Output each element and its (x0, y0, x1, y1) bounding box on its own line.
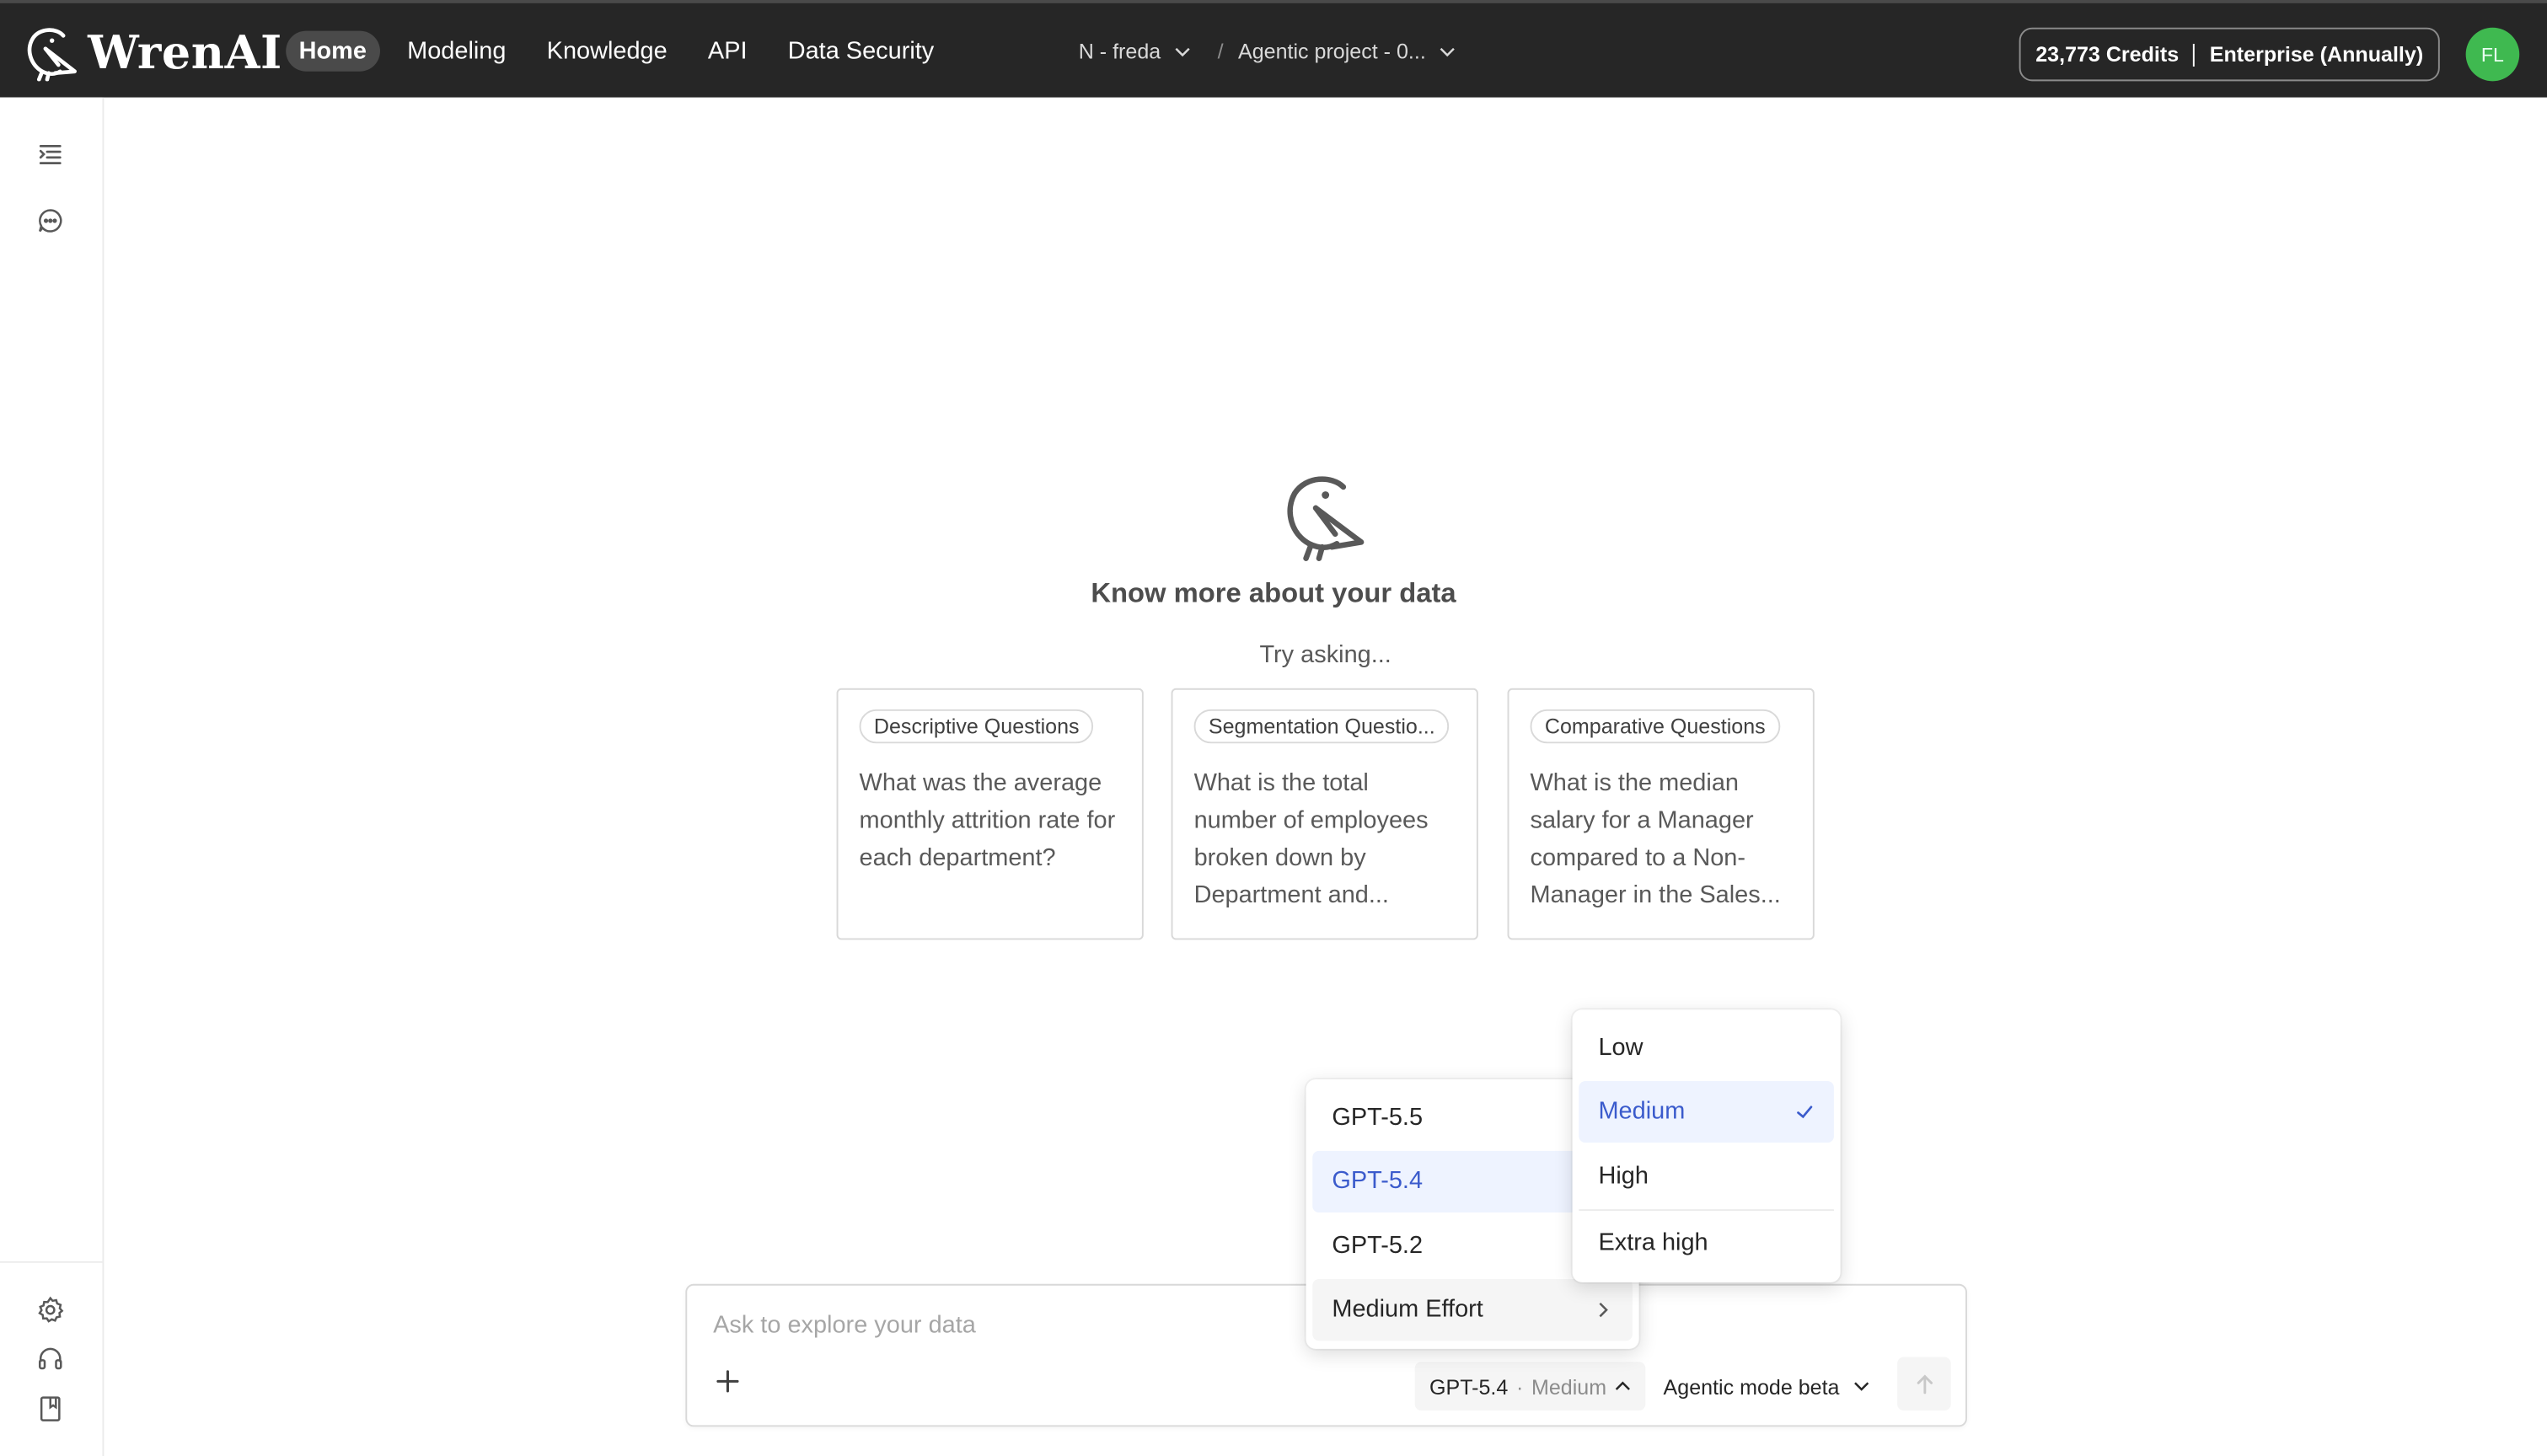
effort-submenu-label: Medium Effort (1332, 1295, 1483, 1324)
page-title: Know more about your data (0, 578, 2547, 611)
model-name: GPT-5.4 (1429, 1373, 1509, 1399)
mode-selector[interactable]: Agentic mode beta (1664, 1362, 1871, 1410)
effort-option-label: Low (1598, 1033, 1643, 1061)
workspace-name: N - freda (1078, 39, 1161, 64)
chevron-right-icon (1599, 1302, 1608, 1317)
chevron-down-icon (1854, 1382, 1870, 1391)
effort-dropdown-menu: Low Medium High Extra high (1572, 1009, 1841, 1282)
main-nav: Home Modeling Knowledge API Data Securit… (286, 30, 962, 72)
breadcrumb-separator: / (1217, 39, 1224, 64)
suggestion-tag: Descriptive Questions (859, 709, 1094, 744)
suggestion-card-segmentation[interactable]: Segmentation Questio... What is the tota… (1171, 688, 1478, 940)
model-option-label: GPT-5.4 (1332, 1167, 1424, 1195)
chevron-up-icon (1615, 1381, 1630, 1390)
credits-divider (2193, 43, 2196, 67)
effort-option-label: Extra high (1598, 1228, 1708, 1257)
chevron-down-icon (1440, 46, 1455, 56)
sidebar-divider (0, 1261, 103, 1263)
try-asking-label: Try asking... (1259, 640, 1391, 669)
nav-api[interactable]: API (694, 31, 759, 72)
project-name: Agentic project - 0... (1237, 39, 1426, 64)
app-name: WrenAI (88, 24, 282, 79)
nav-home[interactable]: Home (286, 30, 380, 72)
user-avatar[interactable]: FL (2465, 27, 2520, 82)
credits-count: 23,773 Credits (2035, 42, 2180, 67)
suggestion-card-comparative[interactable]: Comparative Questions What is the median… (1507, 688, 1815, 940)
left-sidebar (0, 97, 105, 1456)
workspace-selector[interactable]: N - freda (1079, 39, 1190, 63)
effort-option-label: Medium (1598, 1097, 1686, 1125)
check-icon (1797, 1105, 1813, 1118)
chat-bubble-icon[interactable] (35, 206, 65, 236)
nav-modeling[interactable]: Modeling (394, 31, 519, 72)
suggestion-tag: Comparative Questions (1530, 709, 1781, 744)
effort-option-high[interactable]: High (1579, 1144, 1834, 1206)
plan-name: Enterprise (Annually) (2209, 42, 2424, 67)
nav-data-security[interactable]: Data Security (775, 31, 946, 72)
arrow-up-icon (1916, 1373, 1933, 1394)
gear-icon[interactable] (35, 1295, 65, 1325)
headset-icon[interactable] (35, 1344, 65, 1373)
model-selector[interactable]: GPT-5.4 · Medium (1414, 1362, 1646, 1411)
nav-knowledge[interactable]: Knowledge (534, 31, 680, 72)
wren-bird-icon (1287, 476, 1365, 561)
suggestion-question: What was the average monthly attrition r… (859, 769, 1116, 872)
effort-option-label: High (1598, 1161, 1649, 1190)
model-option-label: GPT-5.2 (1332, 1231, 1424, 1259)
page-title-text: Know more about your data (1091, 577, 1456, 609)
model-option-label: GPT-5.5 (1332, 1102, 1424, 1131)
credits-badge[interactable]: 23,773 Credits Enterprise (Annually) (2019, 27, 2440, 82)
book-icon[interactable] (35, 1394, 65, 1424)
suggestion-question: What is the median salary for a Manager … (1530, 769, 1781, 909)
suggestion-tag: Segmentation Questio... (1193, 709, 1450, 744)
effort-submenu-trigger[interactable]: Medium Effort (1312, 1278, 1633, 1341)
suggestion-card-descriptive[interactable]: Descriptive Questions What was the avera… (836, 688, 1144, 940)
send-button[interactable] (1897, 1357, 1951, 1411)
separator-dot: · (1515, 1373, 1524, 1399)
effort-option-extra-high[interactable]: Extra high (1579, 1212, 1834, 1273)
question-input[interactable] (713, 1306, 1298, 1343)
project-selector[interactable]: Agentic project - 0... (1238, 39, 1456, 63)
chevron-down-icon (1174, 46, 1189, 56)
effort-option-low[interactable]: Low (1579, 1016, 1834, 1078)
plus-icon[interactable] (715, 1368, 741, 1394)
top-navigation-bar: WrenAI Home Modeling Knowledge API Data … (0, 0, 2547, 98)
suggestion-question: What is the total number of employees br… (1193, 769, 1429, 909)
breadcrumb: N - freda / Agentic project - 0... (1079, 39, 1456, 63)
wrenai-logo[interactable]: WrenAI (23, 23, 282, 82)
mode-name: Agentic mode beta (1663, 1373, 1840, 1399)
menu-divider (1579, 1208, 1834, 1211)
effort-level: Medium (1531, 1373, 1607, 1399)
list-indent-icon[interactable] (35, 140, 65, 169)
effort-option-medium[interactable]: Medium (1579, 1080, 1834, 1143)
wren-bird-icon (27, 28, 77, 82)
